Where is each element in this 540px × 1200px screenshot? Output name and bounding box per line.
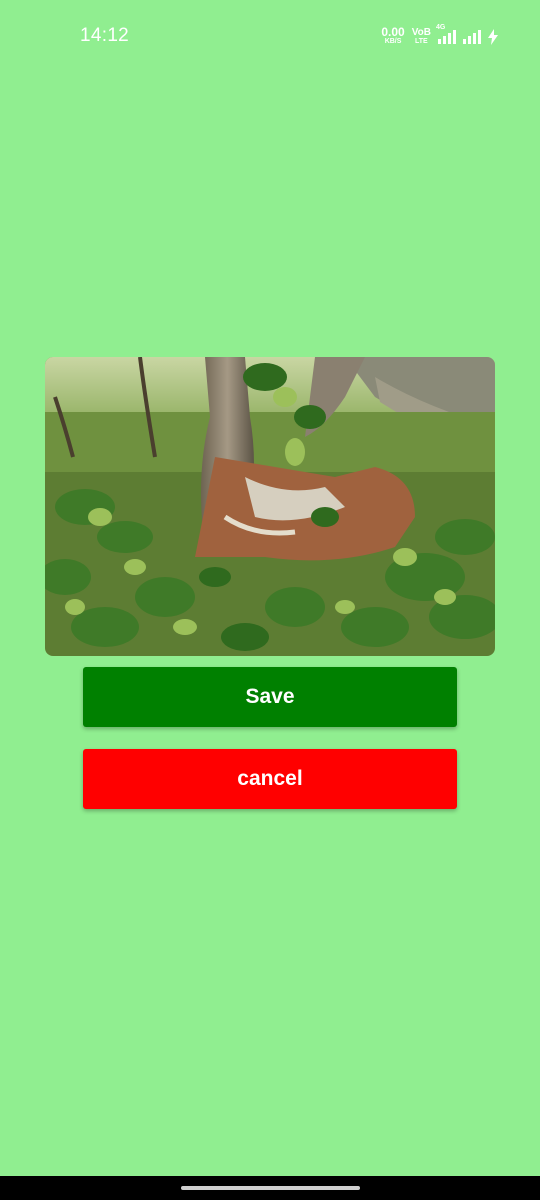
network-speed-unit: KB/S xyxy=(384,38,402,45)
signal-icon-sim2 xyxy=(463,30,481,44)
cancel-button[interactable]: cancel xyxy=(83,749,457,809)
volte-bottom-label: LTE xyxy=(415,38,428,45)
status-time: 14:12 xyxy=(80,25,130,46)
network-speed-value: 0.00 xyxy=(381,25,405,39)
home-gesture-pill[interactable] xyxy=(181,1186,360,1190)
status-bar: 14:12 0.00 KB/S VoB LTE 4G xyxy=(0,0,540,72)
volte-top-label: VoB xyxy=(411,27,431,38)
signal-icon-sim1: 4G xyxy=(436,24,456,44)
volte-indicator: VoB LTE xyxy=(412,28,431,46)
navigation-bar xyxy=(0,1176,540,1200)
network-speed: 0.00 KB/S xyxy=(381,25,405,46)
photo-image xyxy=(45,357,495,656)
save-button[interactable]: Save xyxy=(83,667,457,727)
photo-preview xyxy=(45,357,495,656)
network-type-label: 4G xyxy=(436,24,446,31)
charging-bolt-icon xyxy=(488,29,498,45)
status-icons: 0.00 KB/S VoB LTE 4G xyxy=(381,24,498,48)
